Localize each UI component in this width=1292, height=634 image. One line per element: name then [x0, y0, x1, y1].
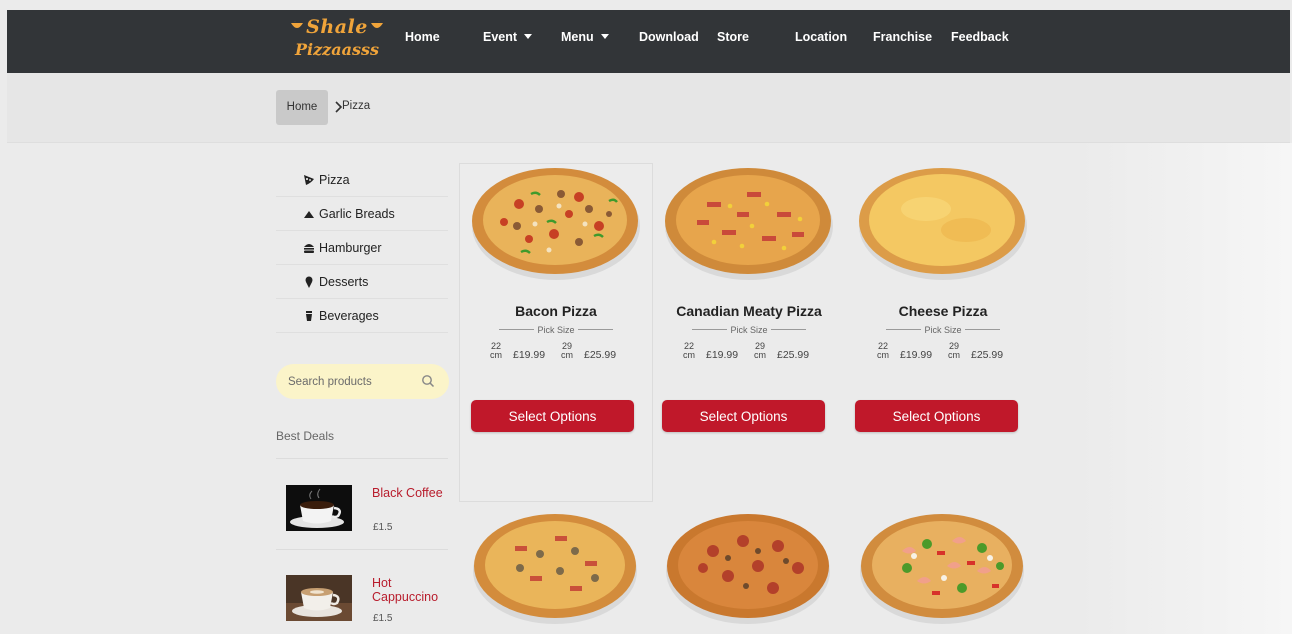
price-small: £19.99 — [513, 349, 546, 361]
pizza-image[interactable] — [658, 506, 838, 626]
deal-item-hot-cappuccino[interactable]: Hot Cappuccino £1.5 — [286, 573, 448, 634]
deal-name: Hot Cappuccino — [372, 576, 439, 604]
size-option-small[interactable]: 22 cm — [682, 342, 696, 360]
size-price-options: 22 cm £19.99 29 cm £25.99 — [459, 342, 653, 368]
ice-cream-icon — [305, 276, 313, 288]
category-label: Pizza — [319, 172, 350, 187]
nav-franchise[interactable]: Franchise — [873, 30, 932, 44]
category-list: Pizza Garlic Breads Hamburger Desserts B… — [276, 163, 448, 333]
drink-cup-icon — [306, 310, 312, 321]
hamburger-icon — [304, 243, 314, 253]
nav-event-label: Event — [483, 30, 518, 44]
size-price-options: 22 cm £19.99 29 cm £25.99 — [846, 342, 1040, 368]
nav-menu[interactable]: Menu — [561, 30, 609, 44]
size-option-small[interactable]: 22 cm — [876, 342, 890, 360]
price-large: £25.99 — [777, 349, 810, 361]
price-large: £25.99 — [971, 349, 1004, 361]
nav-download[interactable]: Download — [639, 30, 699, 44]
pizza-slice-icon — [304, 174, 314, 185]
deal-name: Black Coffee — [372, 486, 443, 500]
size-option-small[interactable]: 22 cm — [489, 342, 503, 360]
category-item-hamburger[interactable]: Hamburger — [276, 231, 448, 265]
category-item-beverages[interactable]: Beverages — [276, 299, 448, 333]
deal-item-black-coffee[interactable]: Black Coffee £1.5 — [286, 482, 448, 562]
nav-event[interactable]: Event — [483, 30, 533, 44]
category-label: Desserts — [319, 274, 369, 289]
breadcrumb-home[interactable]: Home — [276, 90, 328, 125]
caret-down-icon — [600, 34, 609, 39]
category-label: Hamburger — [319, 240, 382, 255]
pizza-image[interactable] — [459, 164, 653, 282]
pick-size-label: Pick Size — [652, 325, 846, 335]
cup-icon — [371, 21, 383, 28]
product-card[interactable]: Cheese Pizza Pick Size 22 cm £19.99 29 cm … — [846, 164, 1040, 444]
size-option-large[interactable]: 29 cm — [947, 342, 961, 360]
breadcrumb-current: Pizza — [342, 100, 371, 112]
nav-location[interactable]: Location — [795, 30, 847, 44]
product-name[interactable]: Canadian Meaty Pizza — [652, 303, 846, 319]
select-options-button[interactable]: Select Options — [662, 400, 825, 432]
brand-logo[interactable]: Shale Pizzaasss — [291, 14, 383, 66]
coffee-cup-image — [286, 485, 352, 531]
nav-store[interactable]: Store — [717, 30, 749, 44]
brand-name-line2: Pizzaasss — [294, 40, 380, 59]
price-small: £19.99 — [900, 349, 933, 361]
product-name[interactable]: Bacon Pizza — [459, 303, 653, 319]
search-icon[interactable] — [421, 374, 435, 388]
divider — [276, 458, 448, 459]
best-deals-title: Best Deals — [276, 429, 335, 443]
deal-thumbnail — [286, 575, 352, 621]
pizza-image[interactable] — [852, 506, 1032, 626]
product-card[interactable]: Bacon Pizza Pick Size 22 cm £19.99 29 cm £… — [459, 164, 653, 444]
size-option-large[interactable]: 29 cm — [753, 342, 767, 360]
top-navbar: Shale Pizzaasss Home Event Menu Download… — [7, 10, 1290, 73]
search-input[interactable] — [288, 373, 418, 390]
price-large: £25.99 — [584, 349, 617, 361]
category-item-desserts[interactable]: Desserts — [276, 265, 448, 299]
select-options-button[interactable]: Select Options — [855, 400, 1018, 432]
background-fade — [1080, 143, 1292, 634]
category-label: Garlic Breads — [319, 206, 395, 221]
nav-menu-label: Menu — [561, 30, 594, 44]
deal-price: £1.5 — [373, 613, 393, 624]
divider — [276, 549, 448, 550]
pizza-image[interactable] — [465, 506, 645, 626]
select-options-button[interactable]: Select Options — [471, 400, 634, 432]
pizza-image[interactable] — [846, 164, 1040, 282]
pizza-image[interactable] — [652, 164, 846, 282]
brand-name-line1: Shale — [306, 16, 368, 38]
bread-icon — [304, 210, 314, 218]
size-option-large[interactable]: 29 cm — [560, 342, 574, 360]
breadcrumb: Home Pizza — [7, 73, 1290, 143]
product-search[interactable] — [276, 364, 449, 399]
cappuccino-cup-image — [286, 575, 352, 621]
deal-thumbnail — [286, 485, 352, 531]
pick-size-label: Pick Size — [459, 325, 653, 335]
category-item-garlic-breads[interactable]: Garlic Breads — [276, 197, 448, 231]
price-small: £19.99 — [706, 349, 739, 361]
category-item-pizza[interactable]: Pizza — [276, 163, 448, 197]
product-card[interactable]: Canadian Meaty Pizza Pick Size 22 cm £19.… — [652, 164, 846, 444]
pick-size-label: Pick Size — [846, 325, 1040, 335]
nav-home[interactable]: Home — [405, 30, 440, 44]
product-name[interactable]: Cheese Pizza — [846, 303, 1040, 319]
nav-feedback[interactable]: Feedback — [951, 30, 1009, 44]
deal-price: £1.5 — [373, 522, 393, 533]
category-label: Beverages — [319, 308, 379, 323]
caret-down-icon — [524, 34, 533, 39]
size-price-options: 22 cm £19.99 29 cm £25.99 — [652, 342, 846, 368]
